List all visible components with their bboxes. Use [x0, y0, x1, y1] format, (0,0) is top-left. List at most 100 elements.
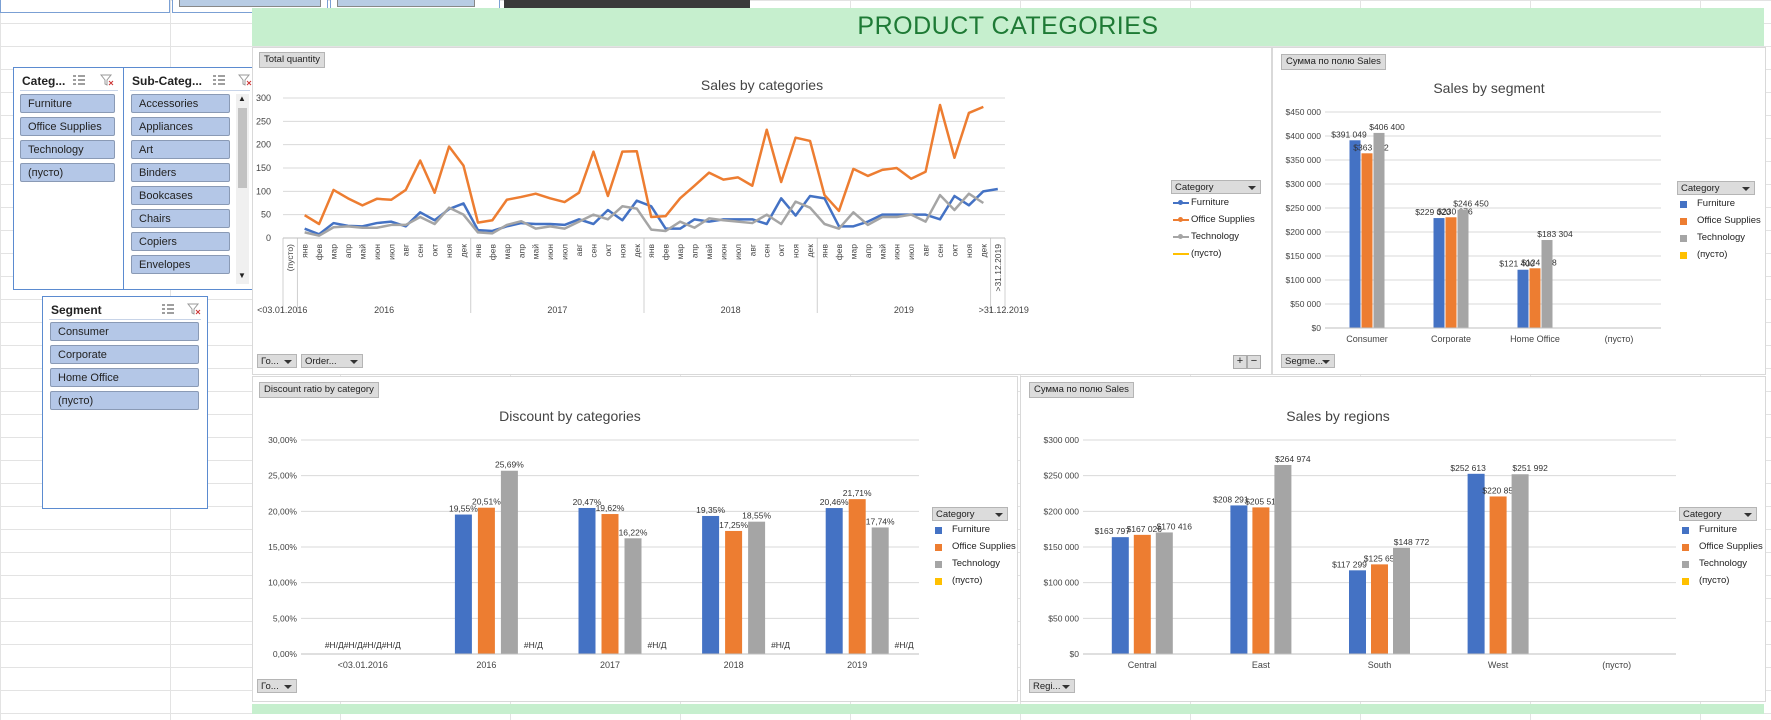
slicer-fragment-button[interactable]	[337, 0, 475, 7]
multi-select-icon[interactable]	[161, 303, 175, 315]
na-label: #Н/Д	[647, 640, 666, 650]
multi-select-icon[interactable]	[72, 74, 86, 86]
slicer-item-furniture[interactable]: Furniture	[20, 94, 115, 113]
legend-label: Office Supplies	[1699, 541, 1763, 552]
y-tick-label: $0	[1070, 649, 1080, 659]
x-tick-label: июн	[372, 244, 382, 260]
y-tick-label: 50	[261, 210, 271, 220]
slicer-item-home-office[interactable]: Home Office	[50, 368, 199, 387]
x-group-label: 2017	[547, 305, 567, 315]
slicer-item-office-supplies[interactable]: Office Supplies	[20, 117, 115, 136]
x-tick-label: 2017	[600, 660, 620, 670]
x-tick-label: (пусто)	[1605, 334, 1634, 344]
segment-field-button[interactable]: Segme...	[1281, 354, 1335, 368]
data-label: 19,62%	[596, 503, 625, 513]
x-tick-label: ноя	[617, 244, 627, 258]
x-tick-label: мар	[502, 244, 512, 260]
slicer-item-corporate[interactable]: Corporate	[50, 345, 199, 364]
slicer-scrollbar[interactable]: ▲ ▼	[236, 94, 249, 284]
legend-label: Office Supplies	[952, 541, 1016, 552]
clear-filter-icon[interactable]	[237, 74, 252, 86]
slicer-item-binders[interactable]: Binders	[131, 163, 230, 182]
bar-office-supplies	[1371, 564, 1388, 654]
slicer-fragment-button[interactable]	[179, 0, 321, 7]
segment-slicer: Segment Consumer Corporate Home Office (…	[42, 296, 208, 509]
legend-filter-button[interactable]: Category	[932, 507, 1008, 521]
slicer-item-appliances[interactable]: Appliances	[131, 117, 230, 136]
scroll-down-icon[interactable]: ▼	[238, 271, 246, 280]
clear-filter-icon[interactable]	[186, 303, 201, 315]
collapse-button[interactable]: −	[1247, 355, 1261, 369]
page-title: PRODUCT CATEGORIES	[857, 12, 1159, 40]
slicer-item-envelopes[interactable]: Envelopes	[131, 255, 230, 274]
x-tick-label: июл	[560, 244, 570, 260]
y-tick-label: $150 000	[1044, 542, 1080, 552]
data-label: $183 304	[1537, 229, 1573, 239]
x-tick-label: Home Office	[1510, 334, 1560, 344]
slicer-item-consumer[interactable]: Consumer	[50, 322, 199, 341]
bar-office-supplies	[1361, 153, 1373, 328]
data-label: 19,35%	[696, 505, 725, 515]
x-tick-label: май	[877, 244, 887, 260]
legend-item-empty: (пусто)	[1171, 245, 1261, 262]
legend-item-office-supplies: Office Supplies	[1171, 211, 1261, 228]
scroll-up-icon[interactable]: ▲	[238, 94, 246, 103]
slicer-title: Categ...	[22, 74, 66, 88]
x-tick-label: East	[1252, 660, 1271, 670]
sales-by-regions-chart[interactable]: Сумма по полю Sales Sales by regions $0 $…	[1020, 376, 1766, 702]
slicer-item-accessories[interactable]: Accessories	[131, 94, 230, 113]
y-tick-label: $350 000	[1286, 155, 1322, 165]
scroll-thumb[interactable]	[238, 108, 247, 188]
sales-by-categories-chart[interactable]: Total quantity Sales by categories 0 50 10…	[252, 47, 1272, 375]
slicer-header: Sub-Categ...	[130, 72, 252, 91]
region-field-button[interactable]: Regi...	[1029, 679, 1075, 693]
expand-button[interactable]: +	[1233, 355, 1247, 369]
data-label: $163 797	[1095, 526, 1131, 536]
legend-label: Office Supplies	[1191, 214, 1255, 225]
x-tick-label: дек	[459, 244, 469, 258]
slicer-item-bookcases[interactable]: Bookcases	[131, 186, 230, 205]
data-label: $170 416	[1157, 521, 1193, 531]
chart-legend: Category Furniture Office Supplies Techn…	[1679, 507, 1763, 589]
legend-filter-button[interactable]: Category	[1171, 180, 1261, 194]
subcategory-slicer: Sub-Categ... Accessories Appliances Art …	[123, 67, 257, 290]
x-tick-label: июн	[545, 244, 555, 260]
bar-technology	[624, 538, 642, 654]
x-tick-label: дек	[632, 244, 642, 258]
y-tick-label: 300	[256, 93, 271, 103]
discount-by-categories-chart[interactable]: Discount ratio by category Discount by c…	[252, 376, 1018, 702]
order-field-button[interactable]: Order...	[301, 354, 363, 368]
y-tick-label: 20,00%	[268, 506, 297, 516]
x-tick-label: West	[1488, 660, 1509, 670]
x-tick-label: авг	[747, 244, 757, 256]
y-tick-label: $50 000	[1290, 299, 1321, 309]
y-tick-label: $100 000	[1286, 275, 1322, 285]
slicer-item-copiers[interactable]: Copiers	[131, 232, 230, 251]
bar-furniture	[1349, 570, 1366, 654]
y-tick-label: $300 000	[1044, 435, 1080, 445]
legend-filter-button[interactable]: Category	[1677, 181, 1755, 195]
legend-filter-button[interactable]: Category	[1679, 507, 1757, 521]
bar-office-supplies	[601, 514, 619, 654]
data-label: 21,71%	[843, 488, 872, 498]
date-field-button[interactable]: Го...	[257, 354, 297, 368]
clear-filter-icon[interactable]	[99, 74, 114, 86]
x-tick-label: (пусто)	[1602, 660, 1631, 670]
multi-select-icon[interactable]	[212, 74, 226, 86]
slicer-item-technology[interactable]: Technology	[20, 140, 115, 159]
slicer-item-empty[interactable]: (пусто)	[20, 163, 115, 182]
bar-furniture	[1349, 140, 1361, 328]
y-tick-label: 15,00%	[268, 542, 297, 552]
slicer-item-chairs[interactable]: Chairs	[131, 209, 230, 228]
sales-by-segment-chart[interactable]: Сумма по полю Sales Sales by segment $0 $…	[1272, 47, 1766, 375]
data-label: $264 974	[1275, 454, 1311, 464]
date-field-button[interactable]: Го...	[257, 679, 297, 693]
bar-office-supplies	[1445, 217, 1457, 328]
data-label: 16,22%	[619, 527, 648, 537]
legend-item-furniture: Furniture	[1171, 194, 1261, 211]
na-label: #Н/Д#Н/Д#Н/Д#Н/Д	[325, 640, 401, 650]
x-tick-label: Central	[1128, 660, 1157, 670]
slicer-item-art[interactable]: Art	[131, 140, 230, 159]
chart-legend: Category Furniture Office Supplies Techn…	[1171, 180, 1261, 262]
legend-label: Furniture	[1191, 197, 1230, 208]
